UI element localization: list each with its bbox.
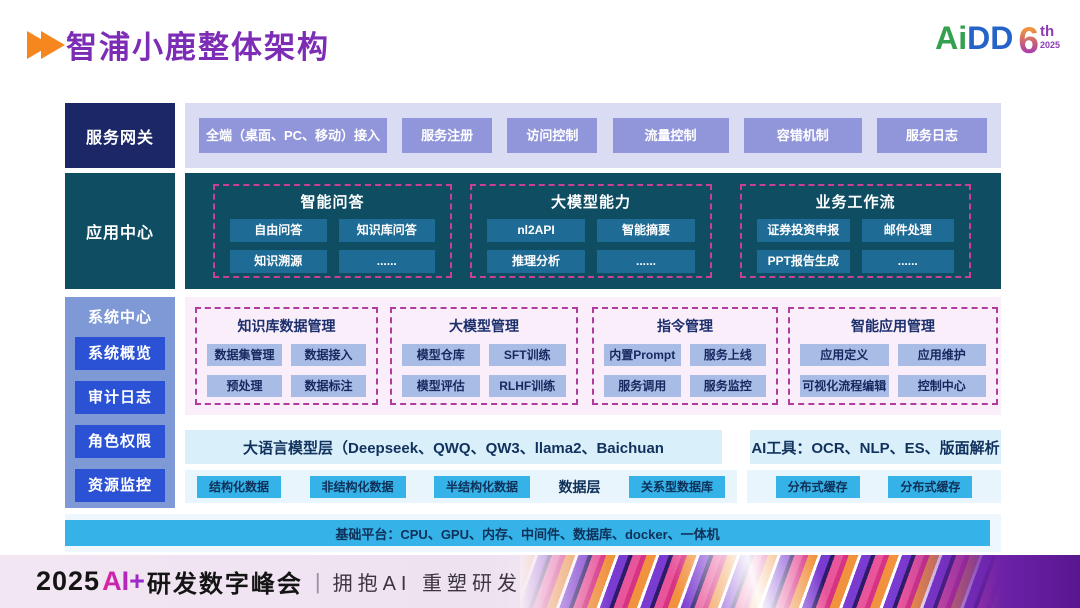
footer-separator: | <box>315 569 321 595</box>
llm-layer-box: 大语言模型层（Deepseek、QWQ、QW3、llama2、Baichuan <box>185 430 722 464</box>
group-kb-data-mgmt: 知识库数据管理 数据集管理 数据接入 预处理 数据标注 <box>195 307 378 405</box>
mgmt-item: 可视化流程编辑 <box>800 375 889 397</box>
app-item: nl2API <box>487 219 585 242</box>
sidebar-item-auditlog: 审计日志 <box>75 381 165 414</box>
ai-tools-box: AI工具：OCR、NLP、ES、版面解析 <box>750 430 1001 464</box>
app-center-label: 应用中心 <box>65 173 175 289</box>
sidebar-item-roles: 角色权限 <box>75 425 165 458</box>
footer-event: 研发数字峰会 <box>147 564 303 599</box>
platform-bar: 基础平台：CPU、GPU、内存、中间件、数据库、docker、一体机 <box>65 520 990 546</box>
mgmt-item: 内置Prompt <box>604 344 681 366</box>
mgmt-item: 服务上线 <box>690 344 767 366</box>
group-smart-qa: 智能问答 自由问答 知识库问答 知识溯源 ...... <box>213 184 452 278</box>
footer-text: 2025 AI+ 研发数字峰会 | 拥抱AI 重塑研发 <box>36 555 522 608</box>
mgmt-item: 模型评估 <box>402 375 480 397</box>
mgmt-item: 服务监控 <box>690 375 767 397</box>
app-item: 邮件处理 <box>862 219 955 242</box>
gateway-row: 全端（桌面、PC、移动）接入 服务注册 访问控制 流量控制 容错机制 服务日志 <box>185 103 1001 168</box>
data-item-semistructured: 半结构化数据 <box>434 476 530 498</box>
gateway-item-register: 服务注册 <box>402 118 492 153</box>
app-item: 知识溯源 <box>230 250 327 273</box>
group-title: 大模型管理 <box>392 316 576 336</box>
app-item: 证券投资申报 <box>757 219 850 242</box>
mgmt-item: 模型仓库 <box>402 344 480 366</box>
group-business-workflow: 业务工作流 证券投资申报 邮件处理 PPT报告生成 ...... <box>740 184 971 278</box>
gateway-item-fault: 容错机制 <box>744 118 862 153</box>
mgmt-item: RLHF训练 <box>489 375 567 397</box>
logo-th-text: th <box>1040 24 1060 39</box>
footer-slogan: 拥抱AI 重塑研发 <box>333 567 522 596</box>
slide: 智浦小鹿整体架构 Ai DD 6 th 2025 服务网关 全端（桌面、PC、移… <box>0 0 1080 608</box>
mgmt-item: 数据标注 <box>291 375 366 397</box>
app-item: PPT报告生成 <box>757 250 850 273</box>
footer-banner: 2025 AI+ 研发数字峰会 | 拥抱AI 重塑研发 <box>0 555 1080 608</box>
mgmt-item: 控制中心 <box>898 375 987 397</box>
data-item-unstructured: 非结构化数据 <box>310 476 406 498</box>
mgmt-item: 数据集管理 <box>207 344 282 366</box>
mgmt-item: 应用定义 <box>800 344 889 366</box>
title-arrow-icon <box>27 31 67 59</box>
mgmt-item: 服务调用 <box>604 375 681 397</box>
app-item: 智能摘要 <box>597 219 695 242</box>
group-title: 业务工作流 <box>742 191 969 212</box>
logo-dd-text: DD <box>967 22 1013 54</box>
gateway-item-access: 全端（桌面、PC、移动）接入 <box>199 118 387 153</box>
sidebar-item-resources: 资源监控 <box>75 469 165 502</box>
gateway-item-log: 服务日志 <box>877 118 987 153</box>
page-title: 智浦小鹿整体架构 <box>66 22 330 67</box>
data-item-structured: 结构化数据 <box>197 476 281 498</box>
group-title: 指令管理 <box>594 316 776 336</box>
data-layer-label: 数据层 <box>559 477 601 497</box>
group-title: 智能应用管理 <box>790 316 996 336</box>
data-item-relational-db: 关系型数据库 <box>629 476 725 498</box>
sidebar-item-overview: 系统概览 <box>75 337 165 370</box>
logo-year-text: 2025 <box>1040 41 1060 50</box>
footer-decorative-art <box>520 555 1080 608</box>
mgmt-item: 预处理 <box>207 375 282 397</box>
data-layer-left-strip: 结构化数据 非结构化数据 半结构化数据 数据层 关系型数据库 <box>185 470 737 503</box>
app-item: ...... <box>597 250 695 273</box>
group-title: 知识库数据管理 <box>197 316 376 336</box>
logo-ai-text: Ai <box>935 22 967 54</box>
footer-year: 2025 <box>36 566 100 597</box>
mgmt-item: 应用维护 <box>898 344 987 366</box>
app-item: 自由问答 <box>230 219 327 242</box>
app-item: ...... <box>862 250 955 273</box>
group-llm-capability: 大模型能力 nl2API 智能摘要 推理分析 ...... <box>470 184 712 278</box>
group-title: 大模型能力 <box>472 191 710 212</box>
group-instruction-mgmt: 指令管理 内置Prompt 服务上线 服务调用 服务监控 <box>592 307 778 405</box>
aidd-logo: Ai DD 6 th 2025 <box>935 22 1060 59</box>
app-item: 推理分析 <box>487 250 585 273</box>
footer-ai-plus: AI+ <box>102 566 145 597</box>
system-center-label: 系统中心 <box>75 306 165 327</box>
mgmt-item: 数据接入 <box>291 344 366 366</box>
app-item: 知识库问答 <box>339 219 436 242</box>
group-model-mgmt: 大模型管理 模型仓库 SFT训练 模型评估 RLHF训练 <box>390 307 578 405</box>
mgmt-item: SFT训练 <box>489 344 567 366</box>
app-item: ...... <box>339 250 436 273</box>
group-smart-app-mgmt: 智能应用管理 应用定义 应用维护 可视化流程编辑 控制中心 <box>788 307 998 405</box>
app-center-box: 智能问答 自由问答 知识库问答 知识溯源 ...... 大模型能力 nl2API… <box>185 173 1001 289</box>
logo-six-text: 6 <box>1018 22 1039 59</box>
group-title: 智能问答 <box>215 191 450 212</box>
management-box: 知识库数据管理 数据集管理 数据接入 预处理 数据标注 大模型管理 模型仓库 S… <box>185 297 1001 415</box>
data-item-distributed-cache: 分布式缓存 <box>888 476 972 498</box>
system-center-panel: 系统中心 系统概览 审计日志 角色权限 资源监控 <box>65 297 175 508</box>
data-item-distributed-cache: 分布式缓存 <box>776 476 860 498</box>
gateway-item-flowctl: 流量控制 <box>613 118 729 153</box>
data-layer-right-strip: 分布式缓存 分布式缓存 <box>747 470 1001 503</box>
service-gateway-label: 服务网关 <box>65 103 175 168</box>
gateway-item-accessctl: 访问控制 <box>507 118 597 153</box>
